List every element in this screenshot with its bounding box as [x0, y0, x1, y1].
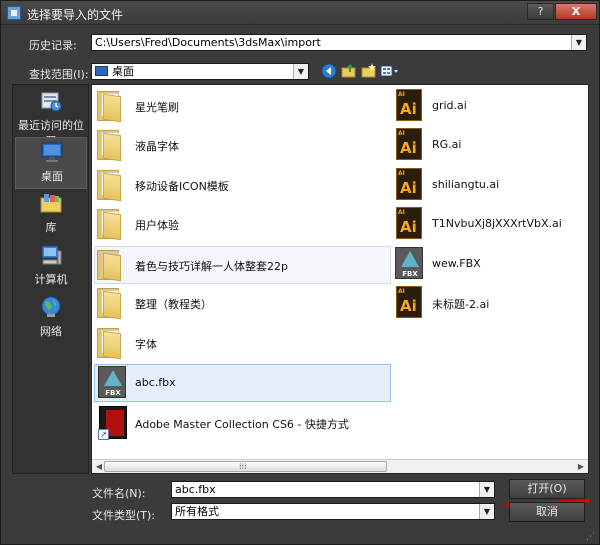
fbx-file-icon: FBX	[98, 366, 126, 398]
place-label: 网络	[40, 325, 62, 338]
history-value: C:\Users\Fred\Documents\3dsMax\import	[95, 36, 321, 49]
app-icon	[7, 6, 21, 20]
ai-file-icon: AI Ai	[396, 128, 422, 160]
fbx-file-icon: FBX	[395, 247, 423, 279]
place-recent[interactable]: 最近访问的位置	[15, 87, 87, 148]
network-icon	[41, 296, 61, 317]
new-folder-icon[interactable]	[361, 63, 377, 79]
ai-file-icon: AI Ai	[396, 207, 422, 239]
view-menu-icon[interactable]	[380, 63, 400, 79]
list-item[interactable]: 字体	[95, 325, 390, 361]
folder-icon	[97, 130, 123, 162]
scrollbar-thumb[interactable]: ⁞⁞⁞	[104, 461, 387, 472]
import-file-dialog: 选择要导入的文件 ? X 历史记录: C:\Users\Fred\Documen…	[0, 0, 600, 545]
history-label: 历史记录:	[29, 39, 77, 52]
open-button[interactable]: 打开(O)	[509, 479, 585, 499]
resize-grip-icon[interactable]: ⋰	[586, 532, 595, 542]
shortcut-icon: ↗	[98, 406, 127, 440]
ai-file-icon: AI Ai	[396, 286, 422, 318]
file-name: 星光笔刷	[135, 101, 179, 114]
filetype-value: 所有格式	[175, 505, 219, 518]
folder-icon	[97, 288, 123, 320]
list-item[interactable]: AI Ai shiliangtu.ai	[392, 167, 586, 203]
file-name: 未标题-2.ai	[432, 298, 490, 311]
place-network[interactable]: 网络	[15, 293, 87, 345]
place-label: 计算机	[34, 273, 68, 286]
file-name: 用户体验	[135, 219, 179, 232]
title-bar[interactable]: 选择要导入的文件 ? X	[1, 1, 599, 25]
file-name: 着色与技巧详解一人体整套22p	[135, 260, 288, 273]
folder-icon	[97, 209, 123, 241]
folder-icon	[97, 328, 123, 360]
lookin-combobox[interactable]: 桌面 ▼	[91, 63, 309, 80]
place-computer[interactable]: 计算机	[15, 241, 87, 293]
list-item[interactable]: FBX wew.FBX	[392, 246, 586, 282]
folder-icon	[97, 250, 123, 282]
chevron-down-icon[interactable]: ▼	[571, 35, 586, 50]
list-item[interactable]: AI Ai 未标题-2.ai	[392, 285, 586, 321]
lookin-label: 查找范围(I):	[29, 68, 89, 81]
file-name: abc.fbx	[135, 376, 176, 389]
libraries-icon	[40, 194, 62, 213]
file-name: wew.FBX	[432, 257, 481, 270]
chevron-down-icon[interactable]: ▼	[293, 64, 308, 79]
computer-icon	[41, 245, 62, 265]
list-item[interactable]: 用户体验	[95, 206, 390, 242]
list-item[interactable]: 着色与技巧详解一人体整套22p	[94, 246, 391, 284]
list-item[interactable]: AI Ai RG.ai	[392, 127, 586, 163]
help-button[interactable]: ?	[527, 3, 554, 20]
folder-icon	[97, 91, 123, 123]
filename-value: abc.fbx	[175, 483, 216, 496]
ai-file-icon: AI Ai	[396, 168, 422, 200]
grip-icon: ⁞⁞⁞	[239, 462, 247, 471]
filename-label: 文件名(N):	[92, 487, 146, 500]
filetype-select[interactable]: 所有格式 ▼	[171, 503, 495, 520]
place-label: 库	[45, 221, 57, 234]
list-item[interactable]: AI Ai grid.ai	[392, 88, 586, 124]
folder-icon	[97, 170, 123, 202]
chevron-down-icon[interactable]: ▼	[479, 482, 494, 497]
window-title: 选择要导入的文件	[27, 8, 124, 22]
list-item[interactable]: 整理（教程类）	[95, 285, 390, 321]
file-name: shiliangtu.ai	[432, 178, 500, 191]
place-libraries[interactable]: 库	[15, 189, 87, 241]
close-button[interactable]: X	[555, 3, 597, 20]
shortcut-arrow-icon: ↗	[98, 429, 109, 440]
list-item[interactable]: 星光笔刷	[95, 88, 390, 124]
file-name: grid.ai	[432, 99, 467, 112]
cancel-button[interactable]: 取消	[509, 502, 585, 522]
chevron-down-icon[interactable]: ▼	[479, 504, 494, 519]
file-name: T1NvbuXj8jXXXrtVbX.ai	[432, 217, 562, 230]
list-item-selected[interactable]: FBX abc.fbx	[94, 364, 391, 402]
up-folder-icon[interactable]	[341, 63, 357, 79]
file-name: RG.ai	[432, 138, 462, 151]
places-bar: 最近访问的位置 桌面 库	[12, 84, 89, 474]
list-item[interactable]: AI Ai T1NvbuXj8jXXXrtVbX.ai	[392, 206, 586, 242]
history-combobox[interactable]: C:\Users\Fred\Documents\3dsMax\import ▼	[91, 34, 587, 51]
file-name: 整理（教程类）	[135, 298, 212, 311]
list-item[interactable]: 移动设备ICON模板	[95, 167, 390, 203]
place-label: 桌面	[41, 170, 63, 183]
place-desktop[interactable]: 桌面	[15, 137, 87, 189]
desktop-icon	[41, 142, 63, 162]
lookin-value: 桌面	[112, 65, 134, 78]
recent-places-icon	[41, 92, 62, 112]
file-name: 字体	[135, 338, 157, 351]
file-name: 液晶字体	[135, 140, 179, 153]
list-item[interactable]: ↗ Adobe Master Collection CS6 - 快捷方式	[95, 405, 390, 441]
scroll-right-icon[interactable]: ▶	[574, 461, 588, 472]
ai-file-icon: AI Ai	[396, 89, 422, 121]
back-icon[interactable]	[321, 63, 337, 79]
filename-input[interactable]: abc.fbx ▼	[171, 481, 495, 498]
file-list[interactable]: 星光笔刷 液晶字体 移动设备ICON模板 用户体验 着色与技巧详解一人体整套22…	[91, 84, 589, 474]
file-name: Adobe Master Collection CS6 - 快捷方式	[135, 418, 349, 431]
file-name: 移动设备ICON模板	[135, 180, 229, 193]
filetype-label: 文件类型(T):	[92, 509, 156, 522]
list-item[interactable]: 液晶字体	[95, 127, 390, 163]
desktop-small-icon	[95, 66, 108, 76]
horizontal-scrollbar[interactable]: ◀ ⁞⁞⁞ ▶	[92, 459, 588, 473]
